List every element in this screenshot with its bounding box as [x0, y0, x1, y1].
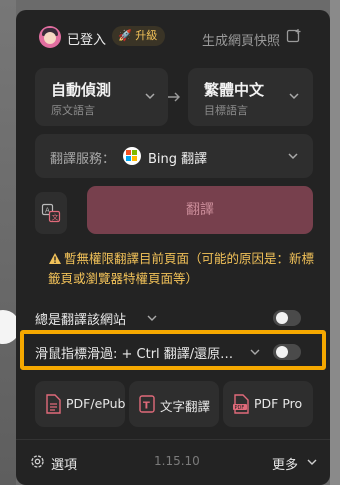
hover-translate-row: 滑鼠指標滑過: + Ctrl 翻譯/還原… — [35, 340, 313, 364]
snapshot-add-icon[interactable] — [286, 28, 302, 44]
snapshot-link[interactable]: 生成網頁快照 — [202, 30, 280, 49]
source-language-select[interactable]: 自動偵測 原文語言 — [35, 68, 168, 126]
arrow-right-icon — [168, 92, 180, 102]
chevron-down-icon — [289, 93, 299, 100]
service-label: 翻譯服務： — [50, 152, 116, 167]
gear-icon[interactable] — [29, 453, 46, 470]
translate-button[interactable]: 翻譯 — [87, 186, 313, 234]
login-status: 已登入 — [67, 33, 107, 48]
microsoft-logo-icon — [123, 147, 141, 165]
always-translate-row: 總是翻譯該網站 — [35, 306, 313, 330]
always-translate-toggle[interactable] — [273, 310, 301, 326]
always-translate-label: 總是翻譯該網站 — [35, 313, 127, 328]
target-language-caption: 目標語言 — [204, 104, 248, 117]
chevron-down-icon — [145, 93, 155, 100]
translate-swap-icon: A 文 — [41, 203, 61, 223]
footer-divider — [16, 439, 330, 440]
avatar[interactable] — [39, 26, 61, 48]
target-language-name: 繁體中文 — [204, 81, 265, 99]
tool-label: PDF Pro — [254, 396, 303, 411]
text-translate-icon: T — [139, 395, 155, 413]
more-menu-button[interactable]: 更多 — [272, 454, 298, 473]
pdf-pro-icon: PDF — [233, 394, 249, 414]
pdf-file-icon — [46, 394, 61, 414]
popup-header: 已登入 🚀 升級 生成網頁快照 — [16, 10, 330, 66]
rocket-icon: 🚀 — [118, 29, 132, 42]
tool-label: PDF/ePub — [66, 396, 126, 411]
settings-link[interactable]: 選項 — [51, 454, 77, 473]
tool-pdf-pro-button[interactable]: PDF PDF Pro — [223, 381, 313, 427]
warning-text: 暫無權限翻譯目前頁面（可能的原因是：新標籤頁或瀏覽器特權頁面等） — [48, 251, 315, 286]
chevron-down-icon[interactable] — [249, 346, 261, 358]
chevron-down-icon — [288, 153, 298, 160]
background-page-right — [330, 0, 340, 485]
tool-text-translate-button[interactable]: T 文字翻譯 — [129, 381, 219, 427]
tool-label: 文字翻譯 — [160, 399, 211, 414]
permission-warning: 暫無權限翻譯目前頁面（可能的原因是：新標籤頁或瀏覽器特權頁面等） — [48, 249, 316, 289]
swap-language-button[interactable]: A 文 — [35, 192, 67, 234]
upgrade-button[interactable]: 🚀 升級 — [112, 26, 166, 46]
tool-pdf-epub-button[interactable]: PDF/ePub — [35, 381, 125, 427]
svg-text:T: T — [143, 401, 150, 412]
chevron-down-icon[interactable] — [146, 312, 158, 324]
chevron-down-icon[interactable] — [306, 456, 318, 468]
svg-text:文: 文 — [52, 213, 59, 222]
source-language-name: 自動偵測 — [51, 81, 112, 99]
target-language-select[interactable]: 繁體中文 目標語言 — [188, 68, 313, 126]
version-label: 1.15.10 — [154, 454, 200, 468]
warning-icon — [49, 253, 61, 264]
background-page — [0, 0, 16, 485]
svg-text:PDF: PDF — [235, 405, 245, 411]
source-language-caption: 原文語言 — [51, 104, 95, 117]
translate-popup-panel: 已登入 🚀 升級 生成網頁快照 自動偵測 原文語言 繁體中文 目標語言 翻譯服務… — [16, 10, 330, 485]
service-value: Bing 翻譯 — [148, 152, 208, 167]
hover-translate-toggle[interactable] — [273, 344, 301, 360]
upgrade-label: 升級 — [135, 29, 158, 42]
translation-service-select[interactable]: 翻譯服務： Bing 翻譯 — [35, 134, 313, 178]
hover-translate-label: 滑鼠指標滑過: + Ctrl 翻譯/還原… — [35, 347, 234, 362]
